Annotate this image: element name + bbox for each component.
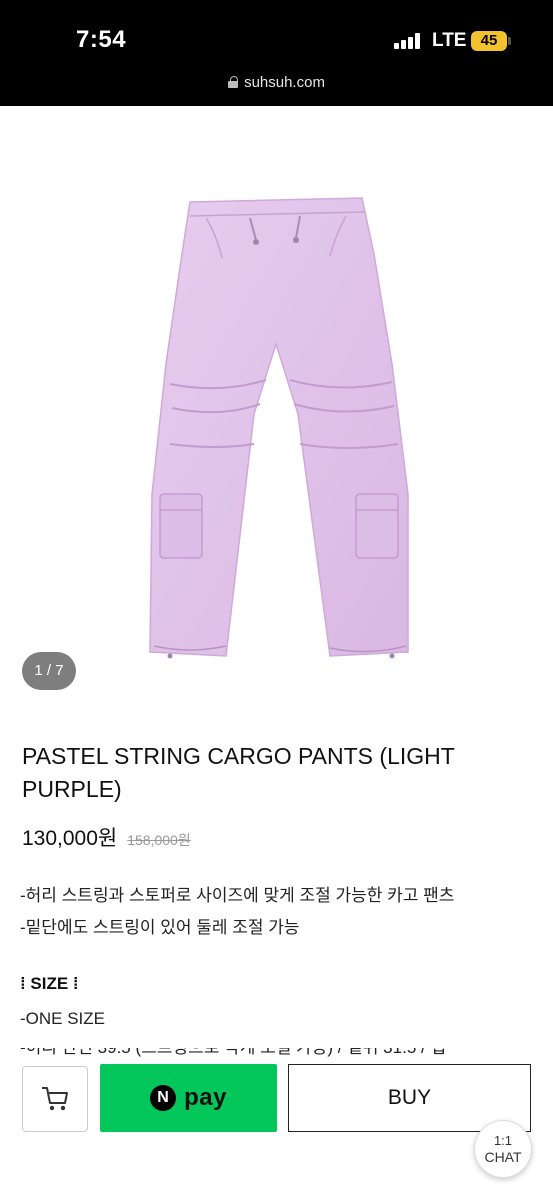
cart-icon xyxy=(42,1087,68,1111)
browser-header: 7:54 LTE 45 suhsuh.com xyxy=(0,0,553,106)
size-line: -ONE SIZE xyxy=(20,1009,106,1028)
size-info: -ONE SIZE xyxy=(20,1005,105,1033)
product-image[interactable]: 1 / 7 xyxy=(0,106,553,706)
chat-label-bottom: CHAT xyxy=(484,1149,522,1165)
size-heading: ⁞ SIZE ⁞ xyxy=(20,974,79,993)
npay-label: pay xyxy=(184,1084,227,1111)
image-counter: 1 / 7 xyxy=(22,652,76,690)
chat-label-top: 1:1 xyxy=(493,1133,513,1148)
chat-button[interactable]: 1:1 CHAT xyxy=(474,1120,532,1178)
signal-icon xyxy=(394,33,424,49)
battery-icon: 45 xyxy=(471,31,507,51)
npay-button[interactable]: N pay xyxy=(100,1064,277,1132)
status-time: 7:54 xyxy=(76,26,127,53)
naver-n-icon: N xyxy=(150,1085,177,1111)
network-label: LTE xyxy=(432,30,467,51)
description-line: -밑단에도 스트링이 있어 둘레 조절 가능 xyxy=(20,918,300,937)
cart-button[interactable] xyxy=(22,1066,88,1132)
product-description: -허리 스트링과 스토퍼로 사이즈에 맞게 조절 가능한 카고 팬츠 -밑단에도… xyxy=(20,880,454,944)
original-price: 158,000원 xyxy=(127,832,191,848)
url-text: suhsuh.com xyxy=(244,74,325,91)
pants-image xyxy=(149,197,409,659)
sale-price: 130,000원 xyxy=(22,827,118,850)
price-row: 130,000원 158,000원 xyxy=(22,822,191,852)
battery-cap xyxy=(508,37,511,45)
product-title: PASTEL STRING CARGO PANTS (LIGHT PURPLE) xyxy=(22,743,455,802)
description-line: -허리 스트링과 스토퍼로 사이즈에 맞게 조절 가능한 카고 팬츠 xyxy=(20,886,455,905)
bottom-action-bar: N pay BUY 1:1 CHAT xyxy=(0,1058,553,1200)
lock-icon xyxy=(228,76,239,88)
url-bar[interactable]: suhsuh.com xyxy=(0,74,553,91)
